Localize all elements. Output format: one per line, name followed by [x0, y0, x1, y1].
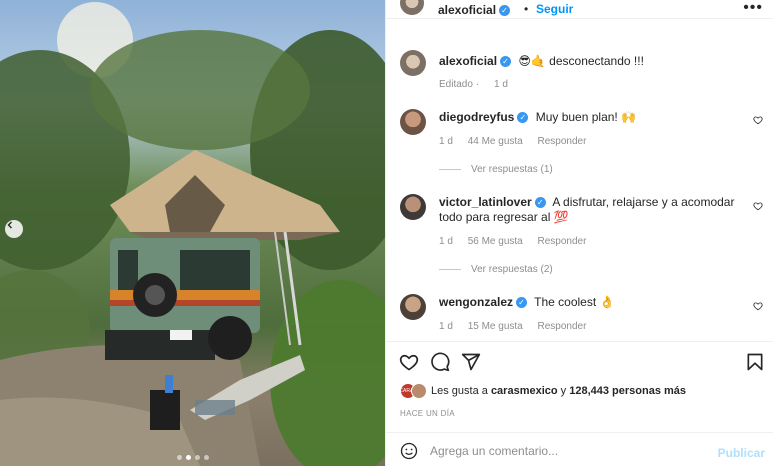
- reply-button[interactable]: Responder: [538, 236, 587, 247]
- liker-username[interactable]: carasmexico: [491, 385, 558, 397]
- comment-like-heart-icon[interactable]: [753, 115, 763, 125]
- header-separator: •: [524, 2, 529, 16]
- edited-label: Editado: [439, 79, 473, 90]
- comment-meta: 1 d 15 Me gusta Responder: [439, 321, 598, 332]
- likes-others[interactable]: 128,443 personas más: [569, 385, 686, 397]
- verified-badge-icon: ✓: [534, 197, 546, 209]
- likes-summary[interactable]: CARAS Les gusta a carasmexico y 128,443 …: [399, 383, 687, 399]
- comment-likes[interactable]: 44 Me gusta: [468, 136, 523, 147]
- verified-badge-icon: ✓: [516, 297, 528, 309]
- comments-list[interactable]: alexoficial ✓ 😎🤙 desconectando !!! Editad…: [386, 20, 773, 340]
- commenter-avatar[interactable]: [400, 194, 426, 220]
- smiley-icon[interactable]: [400, 442, 418, 460]
- caption-emoji: 😎🤙: [518, 54, 546, 68]
- send-icon[interactable]: [461, 352, 481, 372]
- carousel-dot: [194, 455, 200, 460]
- comment-like-heart-icon[interactable]: [753, 201, 763, 211]
- carousel-dot: [176, 455, 182, 460]
- verified-badge-icon: ✓: [499, 5, 511, 17]
- reply-button[interactable]: Responder: [538, 321, 587, 332]
- comment-username[interactable]: diegodreyfus ✓: [439, 110, 529, 124]
- commenter-avatar[interactable]: [400, 294, 426, 320]
- bookmark-icon[interactable]: [745, 352, 765, 372]
- post-timestamp[interactable]: HACE UN DÍA: [400, 409, 455, 418]
- post-header: alexoficial ✓ • Seguir •••: [386, 0, 773, 19]
- comment-like-heart-icon[interactable]: [753, 301, 763, 311]
- replies-divider: [439, 268, 461, 270]
- caption-body: desconectando !!!: [549, 54, 644, 68]
- comment-text: diegodreyfus ✓ Muy buen plan! 🙌: [439, 110, 743, 125]
- add-comment-bar: Publicar: [386, 432, 773, 466]
- view-replies-button[interactable]: Ver respuestas (2): [439, 264, 553, 275]
- more-options-icon[interactable]: •••: [743, 0, 763, 17]
- post-actions: [386, 341, 773, 381]
- comment-time: 1 d: [439, 236, 453, 247]
- heart-icon[interactable]: [399, 352, 419, 372]
- carousel-dot: [203, 455, 209, 460]
- author-avatar[interactable]: [400, 0, 424, 15]
- comment-time: 1 d: [439, 136, 453, 147]
- likes-text: Les gusta a carasmexico y 128,443 person…: [431, 385, 687, 397]
- replies-divider: [439, 168, 461, 170]
- verified-badge-icon: ✓: [500, 56, 512, 68]
- post-photo[interactable]: [0, 0, 385, 466]
- comment-time: 1 d: [439, 321, 453, 332]
- carousel-prev-button[interactable]: [5, 220, 23, 238]
- photo-illustration: [0, 2, 385, 466]
- comment-likes[interactable]: 56 Me gusta: [468, 236, 523, 247]
- comment-text: victor_latinlover ✓ A disfrutar, relajars…: [439, 195, 743, 225]
- comment-icon[interactable]: [430, 352, 450, 372]
- verified-badge-icon: ✓: [517, 112, 529, 124]
- author-username[interactable]: alexoficial ✓: [438, 3, 511, 17]
- reply-button[interactable]: Responder: [538, 136, 587, 147]
- comment-username[interactable]: victor_latinlover ✓: [439, 195, 546, 209]
- liker-avatar: [411, 383, 427, 399]
- caption-text: alexoficial ✓ 😎🤙 desconectando !!!: [439, 54, 743, 69]
- comment-meta: 1 d 44 Me gusta Responder: [439, 136, 598, 147]
- view-replies-button[interactable]: Ver respuestas (1): [439, 164, 553, 175]
- comment-username[interactable]: wengonzalez ✓: [439, 295, 528, 309]
- caption-username[interactable]: alexoficial ✓: [439, 54, 512, 68]
- comment-input[interactable]: [430, 441, 690, 461]
- follow-button[interactable]: Seguir: [536, 2, 573, 16]
- carousel-dot-active: [185, 455, 191, 460]
- comment-body: The coolest 👌: [534, 295, 615, 309]
- chevron-left-icon: [7, 221, 12, 229]
- comment-text: wengonzalez ✓ The coolest 👌: [439, 295, 743, 310]
- post-comment-button[interactable]: Publicar: [718, 446, 765, 460]
- comment-meta: 1 d 56 Me gusta Responder: [439, 236, 598, 247]
- caption-meta: Editado · 1 d: [439, 79, 508, 90]
- carousel-indicator: [0, 455, 385, 460]
- edited-time: 1 d: [494, 79, 508, 90]
- commenter-avatar[interactable]: [400, 109, 426, 135]
- author-avatar[interactable]: [400, 50, 426, 76]
- comment-body: Muy buen plan! 🙌: [535, 110, 637, 124]
- post-side-panel: alexoficial ✓ • Seguir ••• alexoficial ✓ 😎…: [385, 0, 773, 466]
- comment-likes[interactable]: 15 Me gusta: [468, 321, 523, 332]
